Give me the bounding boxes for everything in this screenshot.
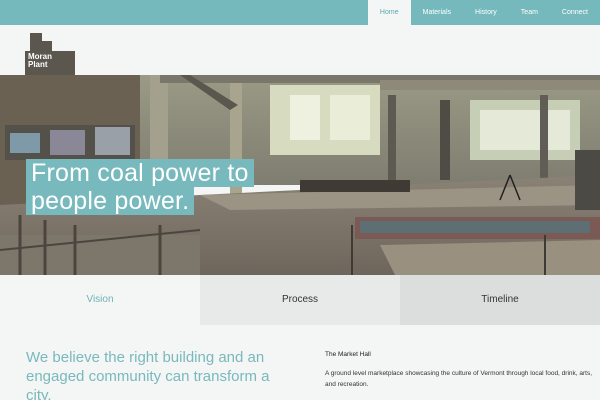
vision-statement: We believe the right building and an eng…: [26, 349, 270, 400]
market-hall-description: A ground level marketplace showcasing th…: [325, 370, 593, 388]
nav-connect[interactable]: Connect: [550, 0, 600, 25]
top-nav-bar: Home Materials History Team Connect: [0, 0, 600, 25]
nav-materials[interactable]: Materials: [411, 0, 463, 25]
logo-line-2: Plant: [28, 60, 48, 69]
logo-chimney: [30, 33, 42, 51]
tab-vision[interactable]: Vision: [0, 275, 200, 325]
logo-block: [42, 41, 52, 51]
market-hall-title: The Market Hall: [325, 351, 371, 358]
nav-history[interactable]: History: [463, 0, 509, 25]
logo-text: Moran Plant: [28, 53, 52, 69]
section-tabs: Vision Process Timeline: [0, 275, 600, 325]
hero-caption: From coal power to people power.: [26, 159, 254, 215]
nav-home[interactable]: Home: [367, 0, 411, 25]
main-nav: Home Materials History Team Connect: [367, 0, 600, 25]
hero-headline-line-1: From coal power to: [26, 159, 254, 187]
tab-process[interactable]: Process: [200, 275, 400, 325]
hero-headline-line-2: people power.: [26, 187, 195, 215]
tab-timeline[interactable]: Timeline: [400, 275, 600, 325]
header: [0, 25, 600, 75]
site-logo[interactable]: Moran Plant: [25, 33, 75, 75]
hero-section: From coal power to people power.: [0, 75, 600, 275]
nav-team[interactable]: Team: [509, 0, 550, 25]
